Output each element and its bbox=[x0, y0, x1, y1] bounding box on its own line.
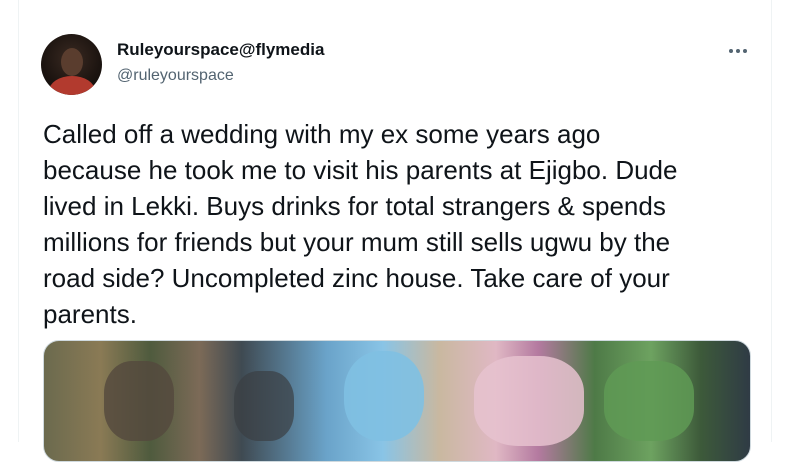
avatar[interactable] bbox=[41, 34, 102, 95]
media-figure bbox=[474, 356, 584, 446]
media-figure bbox=[104, 361, 174, 441]
media-figure bbox=[234, 371, 294, 441]
more-options-button[interactable] bbox=[725, 38, 751, 64]
tweet-media-image[interactable] bbox=[43, 340, 751, 462]
avatar-face bbox=[61, 48, 83, 76]
display-name[interactable]: Ruleyourspace@flymedia bbox=[117, 40, 324, 60]
media-figure bbox=[344, 351, 424, 441]
user-info[interactable]: Ruleyourspace@flymedia @ruleyourspace bbox=[117, 40, 324, 86]
media-figure bbox=[604, 361, 694, 441]
tweet-card[interactable]: Ruleyourspace@flymedia @ruleyourspace Ca… bbox=[18, 0, 772, 462]
avatar-shoulder bbox=[49, 76, 95, 95]
more-horizontal-icon bbox=[729, 49, 747, 53]
tweet-text: Called off a wedding with my ex some yea… bbox=[43, 119, 678, 329]
user-handle[interactable]: @ruleyourspace bbox=[117, 66, 324, 86]
